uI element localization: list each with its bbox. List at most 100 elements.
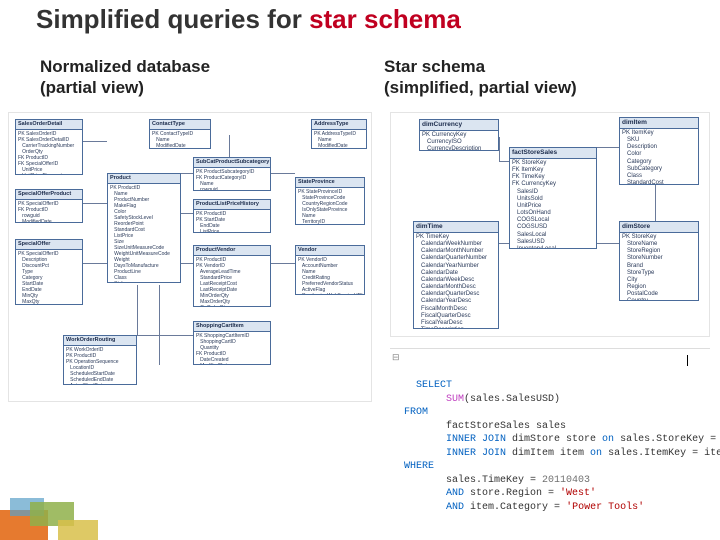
erd-connector (499, 243, 509, 244)
sql-text: sales.ItemKey = item.ItemKey (602, 448, 720, 459)
erd-table: dimStorePK StoreKey StoreName StoreRegio… (619, 221, 699, 301)
sql-text: factStoreSales sales (404, 421, 566, 432)
erd-connector (181, 263, 193, 264)
erd-table-fields: PK WorkOrderID PK ProductID PK Operation… (64, 346, 136, 385)
erd-table: ShoppingCartItemPK ShoppingCartItemID Sh… (193, 321, 271, 365)
erd-connector (229, 135, 230, 157)
erd-table-header: Product (108, 174, 180, 184)
erd-table: dimTimePK TimeKey CalendarWeekNumber Cal… (413, 221, 499, 329)
erd-table: ProductPK ProductID Name ProductNumber M… (107, 173, 181, 283)
sql-keyword: AND (446, 502, 464, 513)
erd-table-header: AddressType (312, 120, 366, 130)
sql-keyword: FROM (404, 407, 428, 418)
erd-connector (137, 335, 193, 336)
erd-connector (597, 147, 619, 148)
erd-table-fields: PK AddressTypeID Name ModifiedDate (312, 130, 366, 149)
erd-table-fields: PK StateProvinceID StateProvinceCode Cou… (296, 188, 364, 225)
erd-table-fields: PK ProductID Name ProductNumber MakeFlag… (108, 184, 180, 283)
erd-table-header: StateProvince (296, 178, 364, 188)
erd-table-header: factStoreSales (510, 148, 596, 159)
erd-table-header: dimItem (620, 118, 698, 129)
right-column-heading: Star schema (simplified, partial view) (384, 56, 577, 99)
erd-table: VendorPK VendorID AccountNumber Name Cre… (295, 245, 365, 295)
sql-text: store.Region = (464, 488, 560, 499)
erd-table-fields: PK StoreKey StoreName StoreRegion StoreN… (620, 233, 698, 301)
erd-table-fields: PK ProductSubcategoryID FK ProductCatego… (194, 168, 270, 191)
erd-table-header: SpecialOffer (16, 240, 82, 250)
erd-table: SubCatProductSubcategoryPK ProductSubcat… (193, 157, 271, 191)
collapse-icon: ⊟ (392, 352, 400, 364)
deco-block (58, 520, 98, 540)
footer-decoration (0, 488, 120, 540)
sql-keyword: on (590, 448, 602, 459)
erd-connector (83, 141, 107, 142)
erd-table: dimCurrencyPK CurrencyKey CurrencyISO Cu… (419, 119, 499, 151)
erd-connector (83, 263, 107, 264)
sql-string: 'West' (560, 488, 596, 499)
left-heading-line1: Normalized database (40, 57, 210, 76)
erd-table-header: ShoppingCartItem (194, 322, 270, 332)
erd-connector (159, 285, 160, 365)
erd-table: factStoreSalesPK StoreKey FK ItemKey FK … (509, 147, 597, 249)
sql-text: sales.TimeKey = (404, 475, 542, 486)
erd-table-header: WorkOrderRouting (64, 336, 136, 346)
erd-table-fields: PK ProductID PK VendorID AverageLeadTime… (194, 256, 270, 307)
title-plain: Simplified queries for (36, 4, 309, 34)
sql-keyword: AND (446, 488, 464, 499)
erd-table: SpecialOfferProductPK SpecialOfferID FK … (15, 189, 83, 223)
erd-table-fields: PK SpecialOfferID FK ProductID rowguid M… (16, 200, 82, 223)
erd-connector (499, 161, 509, 162)
erd-table-fields: PK ProductID PK StartDate EndDate ListPr… (194, 210, 270, 233)
sql-indent (404, 394, 446, 405)
erd-connector (271, 173, 295, 174)
erd-table: ContactTypePK ContactTypeID Name Modifie… (149, 119, 211, 149)
sql-keyword: INNER JOIN (446, 448, 506, 459)
right-heading-line1: Star schema (384, 57, 485, 76)
erd-table-fields: PK TimeKey CalendarWeekNumber CalendarMo… (414, 233, 498, 329)
sql-text: (sales.SalesUSD) (464, 394, 560, 405)
erd-table-header: ProductVendor (194, 246, 270, 256)
sql-text: dimStore store (506, 434, 602, 445)
erd-connector (499, 137, 500, 161)
sql-text: dimItem item (506, 448, 590, 459)
erd-table-header: SpecialOfferProduct (16, 190, 82, 200)
erd-table-fields: PK SpecialOfferID Description DiscountPc… (16, 250, 82, 305)
normalized-erd-diagram: SalesOrderDetailPK SalesOrderID PK Sales… (8, 112, 372, 402)
erd-table-fields: PK ShoppingCartItemID ShoppingCartID Qua… (194, 332, 270, 365)
erd-table: WorkOrderRoutingPK WorkOrderID PK Produc… (63, 335, 137, 385)
erd-table-fields: PK ItemKey SKU Description Color Categor… (620, 129, 698, 185)
sql-text: sales.StoreKey = store.StoreKey (614, 434, 720, 445)
erd-connector (137, 285, 138, 335)
erd-table-fields: PK StoreKey FK ItemKey FK TimeKey FK Cur… (510, 159, 596, 249)
sql-keyword: WHERE (404, 461, 434, 472)
sql-indent (404, 488, 446, 499)
left-heading-line2: (partial view) (40, 78, 144, 97)
erd-table-header: Vendor (296, 246, 364, 256)
erd-table-header: dimTime (414, 222, 498, 233)
sql-function: SUM (446, 394, 464, 405)
sql-indent (404, 434, 446, 445)
erd-table-header: ProductListPriceHistory (194, 200, 270, 210)
sql-indent (404, 448, 446, 459)
sql-keyword: SELECT (416, 380, 452, 391)
erd-table-header: dimStore (620, 222, 698, 233)
sql-number: 20110403 (542, 475, 590, 486)
sql-keyword: INNER JOIN (446, 434, 506, 445)
erd-table: SalesOrderDetailPK SalesOrderID PK Sales… (15, 119, 83, 175)
erd-table-header: SalesOrderDetail (16, 120, 82, 130)
erd-table: ProductVendorPK ProductID PK VendorID Av… (193, 245, 271, 307)
erd-table-fields: PK CurrencyKey CurrencyISO CurrencyDescr… (420, 131, 498, 151)
sql-string: 'Power Tools' (566, 502, 644, 513)
sql-indent (404, 502, 446, 513)
erd-connector (181, 213, 193, 214)
erd-table: AddressTypePK AddressTypeID Name Modifie… (311, 119, 367, 149)
erd-table: dimItemPK ItemKey SKU Description Color … (619, 117, 699, 185)
erd-table-header: SubCatProductSubcategory (194, 158, 270, 168)
erd-table: SpecialOfferPK SpecialOfferID Descriptio… (15, 239, 83, 305)
erd-table-fields: PK ContactTypeID Name ModifiedDate (150, 130, 210, 149)
erd-connector (271, 263, 295, 264)
erd-connector (655, 185, 656, 221)
erd-table: StateProvincePK StateProvinceID StatePro… (295, 177, 365, 225)
left-column-heading: Normalized database (partial view) (40, 56, 210, 99)
erd-connector (597, 243, 619, 244)
